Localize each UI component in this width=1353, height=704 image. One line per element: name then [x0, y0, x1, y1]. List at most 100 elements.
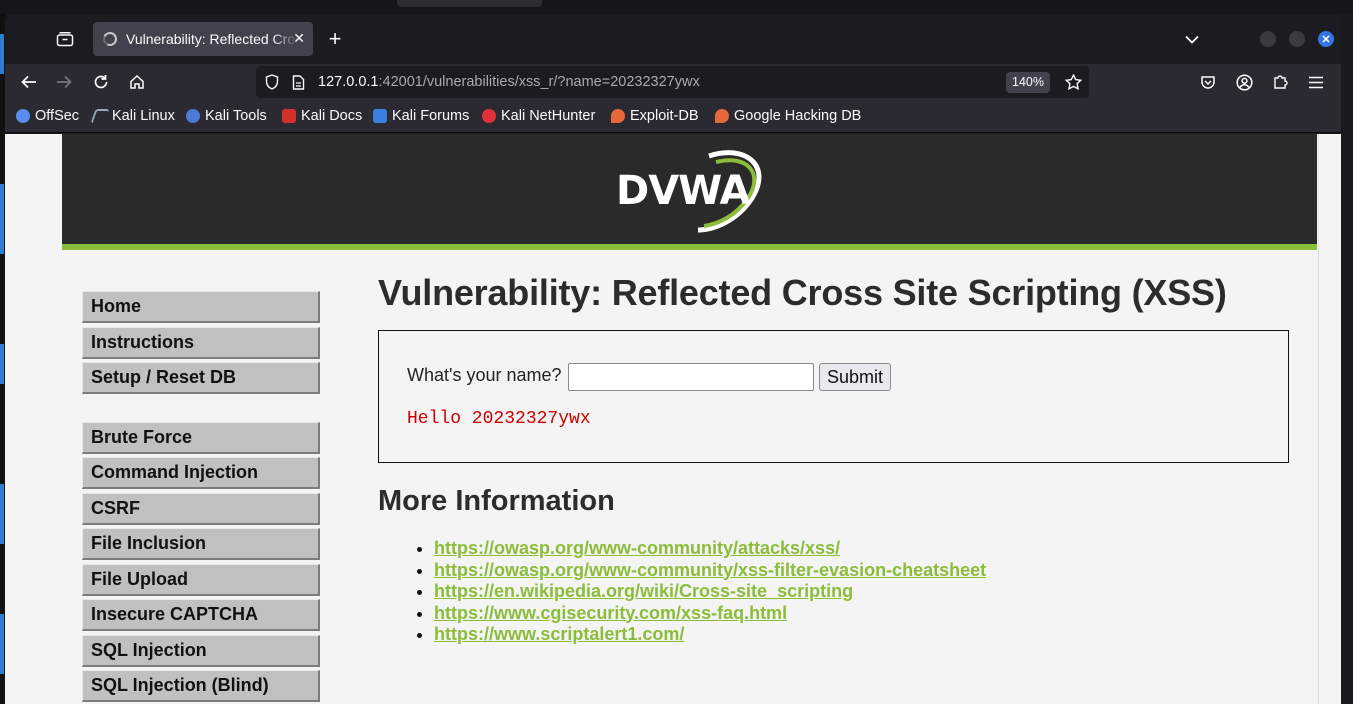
menu-item-command-injection[interactable]: Command Injection [82, 457, 320, 489]
name-label: What's your name? [407, 365, 562, 385]
kali-forums-icon [373, 109, 387, 123]
puzzle-icon [1274, 75, 1288, 89]
menu-item-insecure-captcha[interactable]: Insecure CAPTCHA [82, 599, 320, 631]
bookmark-label: Kali Forums [392, 108, 470, 124]
list-item: https://owasp.org/www-community/attacks/… [434, 538, 1293, 560]
exploit-db-icon [611, 109, 625, 123]
bookmark-exploit-db[interactable]: Exploit-DB [611, 108, 699, 124]
home-icon [130, 74, 144, 89]
menu-item-home[interactable]: Home [82, 291, 320, 323]
reference-link[interactable]: https://en.wikipedia.org/wiki/Cross-site… [434, 581, 853, 601]
reload-button[interactable] [89, 70, 113, 94]
main-content: Vulnerability: Reflected Cross Site Scri… [378, 272, 1293, 646]
tab-close-icon[interactable]: ✕ [293, 30, 305, 47]
page-info-icon[interactable] [292, 75, 305, 90]
bookmark-label: Kali Docs [301, 108, 363, 124]
menu-separator [82, 398, 320, 422]
bookmark-label: Google Hacking DB [734, 108, 862, 124]
reference-link[interactable]: https://owasp.org/www-community/attacks/… [434, 538, 840, 558]
account-button[interactable] [1232, 70, 1256, 94]
bookmark-kali-tools[interactable]: Kali Tools [186, 108, 267, 124]
zoom-level-button[interactable]: 140% [1006, 72, 1050, 93]
logo-text: DVWA [616, 168, 750, 214]
arrow-right-icon [57, 75, 72, 89]
menu-item-brute-force[interactable]: Brute Force [82, 421, 320, 454]
nav-bar: 127.0.0.1:42001/vulnerabilities/xss_r/?n… [5, 64, 1341, 100]
menu-item-csrf[interactable]: CSRF [82, 492, 320, 525]
bookmark-kali-nethunter[interactable]: Kali NetHunter [482, 108, 595, 124]
reflected-output: Hello 20232327ywx [407, 409, 591, 429]
hamburger-menu-icon [1309, 76, 1323, 88]
kali-tools-icon [186, 109, 200, 123]
list-item: https://www.cgisecurity.com/xss-faq.html [434, 603, 1293, 625]
desktop-panel-indicator [397, 0, 542, 7]
new-tab-button[interactable]: + [323, 26, 347, 52]
list-item: https://owasp.org/www-community/xss-filt… [434, 560, 1293, 582]
list-item: https://www.scriptalert1.com/ [434, 624, 1293, 646]
bookmark-label: Kali Tools [205, 108, 267, 124]
name-input[interactable] [568, 363, 814, 391]
bookmark-kali-forums[interactable]: Kali Forums [373, 108, 469, 124]
submit-button[interactable]: Submit [819, 363, 891, 391]
nethunter-icon [482, 109, 496, 123]
more-info-links: https://owasp.org/www-community/attacks/… [434, 538, 1293, 646]
tab-title: Vulnerability: Reflected Cross Site Scri… [126, 31, 298, 47]
reference-link[interactable]: https://www.scriptalert1.com/ [434, 624, 684, 644]
star-icon[interactable] [1065, 74, 1082, 90]
menu-item-sql-injection-blind[interactable]: SQL Injection (Blind) [82, 670, 320, 702]
url-text[interactable]: 127.0.0.1:42001/vulnerabilities/xss_r/?n… [318, 74, 700, 90]
dvwa-sidebar-menu: Home Instructions Setup / Reset DB Brute… [82, 291, 320, 704]
menu-item-instructions[interactable]: Instructions [82, 326, 320, 359]
bookmark-offsec[interactable]: OffSec [16, 108, 79, 124]
reference-link[interactable]: https://www.cgisecurity.com/xss-faq.html [434, 603, 787, 623]
dvwa-header: DVWA [62, 134, 1317, 250]
bookmarks-toolbar: OffSec Kali Linux Kali Tools Kali Docs K… [5, 100, 1341, 133]
address-bar[interactable]: 127.0.0.1:42001/vulnerabilities/xss_r/?n… [256, 66, 1089, 98]
bookmark-kali-linux[interactable]: Kali Linux [90, 108, 175, 124]
minimize-button[interactable] [1260, 31, 1276, 47]
forward-button[interactable] [52, 70, 76, 94]
pocket-button[interactable] [1196, 70, 1220, 94]
page-scroll-gutter [1318, 134, 1341, 704]
url-path: :42001/vulnerabilities/xss_r/?name=20232… [378, 74, 700, 90]
bookmark-kali-docs[interactable]: Kali Docs [282, 108, 362, 124]
firefox-view-button[interactable] [55, 29, 75, 49]
bookmark-ghdb[interactable]: Google Hacking DB [715, 108, 861, 124]
home-button[interactable] [125, 70, 149, 94]
reference-link[interactable]: https://owasp.org/www-community/xss-filt… [434, 560, 986, 580]
maximize-button[interactable] [1289, 31, 1305, 47]
app-menu-button[interactable] [1304, 70, 1328, 94]
bookmark-label: Kali NetHunter [501, 108, 596, 124]
pocket-icon [1201, 75, 1215, 89]
back-button[interactable] [17, 70, 41, 94]
tab-bar: Vulnerability: Reflected Cross Site Scri… [5, 14, 1341, 64]
vulnerable-code-area: What's your name? Submit Hello 20232327y… [378, 330, 1289, 463]
dvwa-favicon-icon [101, 30, 119, 48]
bookmark-label: OffSec [35, 108, 80, 124]
bookmark-label: Kali Linux [112, 108, 175, 124]
arrow-left-icon [21, 75, 36, 89]
menu-item-file-upload[interactable]: File Upload [82, 563, 320, 596]
page-viewport: DVWA Home Instructions Setup / Reset DB … [5, 134, 1341, 704]
url-host: 127.0.0.1 [318, 74, 379, 90]
menu-item-file-inclusion[interactable]: File Inclusion [82, 528, 320, 560]
extensions-button[interactable] [1268, 70, 1292, 94]
desktop-top-panel [0, 0, 1353, 14]
menu-item-sql-injection[interactable]: SQL Injection [82, 634, 320, 667]
chevron-down-icon [1185, 35, 1199, 44]
tab-active[interactable]: Vulnerability: Reflected Cross Site Scri… [93, 22, 313, 56]
ghdb-icon [715, 109, 729, 123]
kali-docs-icon [282, 109, 296, 123]
firefox-view-icon [56, 32, 74, 47]
list-item: https://en.wikipedia.org/wiki/Cross-site… [434, 581, 1293, 603]
more-info-heading: More Information [378, 485, 615, 517]
page-title: Vulnerability: Reflected Cross Site Scri… [378, 272, 1227, 313]
dvwa-logo[interactable]: DVWA [614, 146, 766, 236]
bookmark-label: Exploit-DB [630, 108, 699, 124]
account-icon [1235, 73, 1253, 91]
list-all-tabs-button[interactable] [1180, 28, 1204, 50]
close-window-button[interactable]: ✕ [1318, 31, 1334, 47]
shield-icon[interactable] [265, 74, 279, 90]
kali-dragon-icon [90, 109, 110, 123]
menu-item-setup-reset-db[interactable]: Setup / Reset DB [82, 362, 320, 394]
